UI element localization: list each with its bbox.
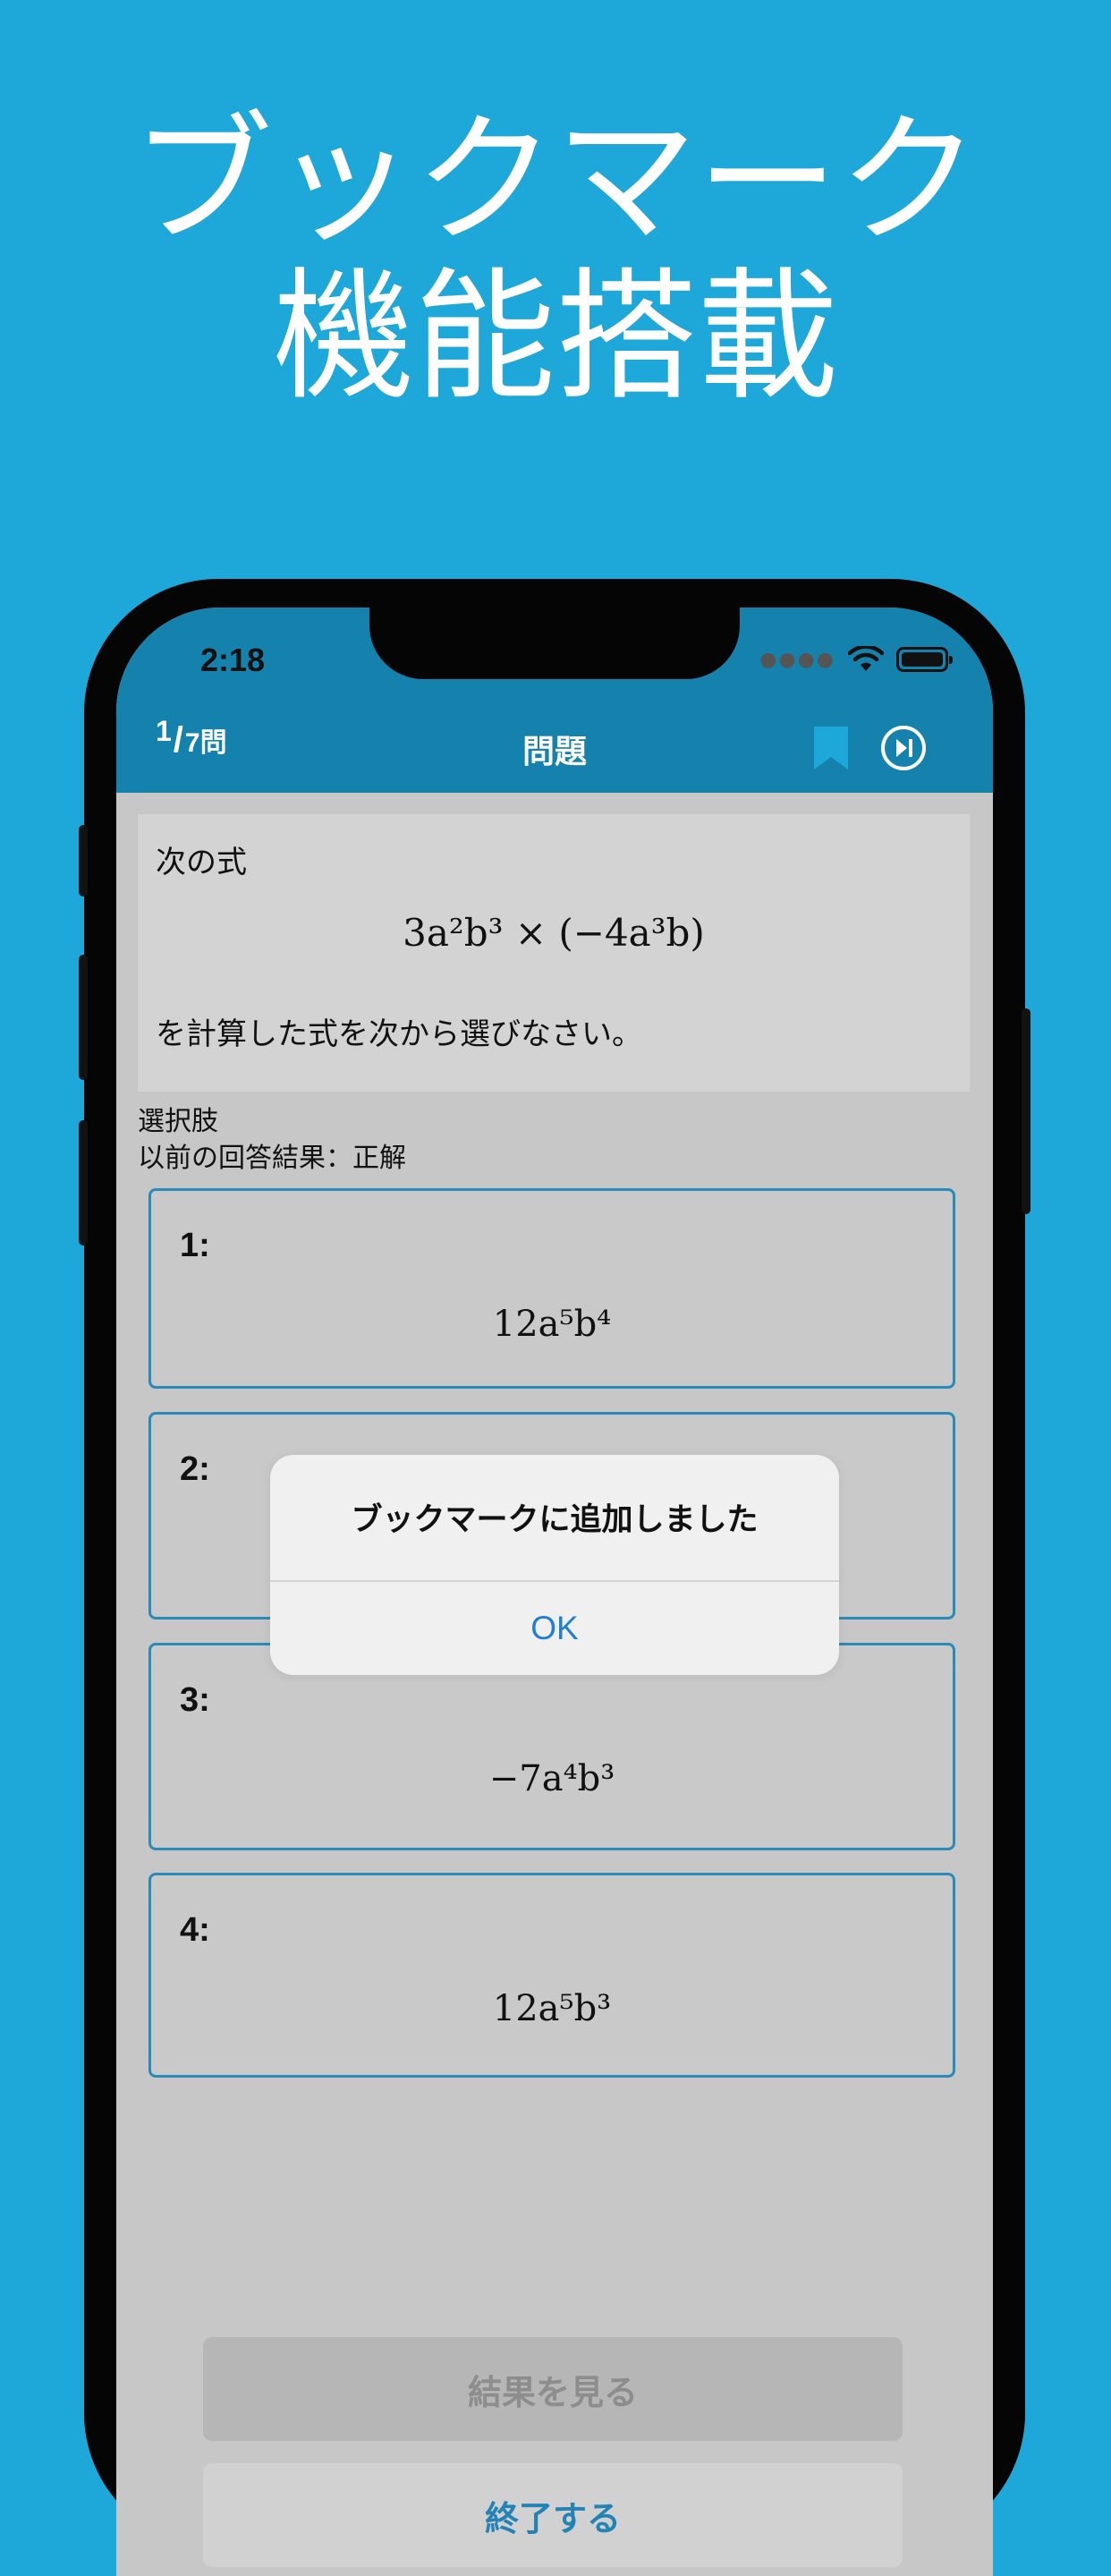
phone-frame: 2:18 ●●●● 1/7問 問題 次の式 3a²b³ × (−4a³b) を計… xyxy=(79,579,1030,2576)
status-time: 2:18 xyxy=(200,642,266,678)
previous-result: 以前の回答結果：正解 xyxy=(138,1143,406,1174)
headline: ブックマーク 機能搭載 xyxy=(0,103,1111,416)
headline-line-1: ブックマーク xyxy=(131,98,980,263)
battery-icon xyxy=(896,647,953,672)
choice-formula: 12a⁵b³ xyxy=(492,1988,612,2029)
phone-side-button xyxy=(79,825,88,897)
bookmark-alert: ブックマークに追加しました OK xyxy=(270,1455,839,1675)
choice-formula: 12a⁵b⁴ xyxy=(492,1304,612,1345)
choices-label: 選択肢 xyxy=(138,1106,218,1137)
phone-volume-up xyxy=(79,955,88,1080)
choice-number: 2: xyxy=(180,1450,210,1488)
question-instruction: を計算した式を次から選びなさい。 xyxy=(156,1016,642,1052)
wifi-icon xyxy=(848,646,884,671)
phone-screen: 2:18 ●●●● 1/7問 問題 次の式 3a²b³ × (−4a³b) を計… xyxy=(116,608,993,2576)
view-results-button[interactable]: 結果を見る xyxy=(203,2337,903,2441)
choice-number: 1: xyxy=(180,1227,210,1264)
signal-icon: ●●●● xyxy=(759,648,835,671)
phone-notch xyxy=(369,608,740,679)
question-card: 次の式 3a²b³ × (−4a³b) を計算した式を次から選びなさい。 xyxy=(138,814,970,1092)
choice-formula: −7a⁴b³ xyxy=(488,1758,615,1799)
choice-1[interactable]: 1: 12a⁵b⁴ xyxy=(148,1188,955,1389)
bookmark-icon[interactable] xyxy=(812,725,850,771)
phone-power-button xyxy=(1022,1008,1030,1214)
page-title: 問題 xyxy=(522,734,587,770)
question-content: 次の式 3a²b³ × (−4a³b) を計算した式を次から選びなさい。 選択肢… xyxy=(116,793,993,2576)
alert-ok-button[interactable]: OK xyxy=(270,1582,839,1675)
choice-number: 4: xyxy=(180,1911,210,1949)
alert-message: ブックマークに追加しました xyxy=(351,1502,759,1538)
question-formula: 3a²b³ × (−4a³b) xyxy=(403,911,705,955)
finish-button[interactable]: 終了する xyxy=(203,2463,903,2567)
choice-4[interactable]: 4: 12a⁵b³ xyxy=(148,1873,955,2078)
choice-number: 3: xyxy=(180,1681,210,1719)
headline-line-2: 機能搭載 xyxy=(273,255,838,420)
phone-volume-down xyxy=(79,1120,88,1245)
status-icons: ●●●● xyxy=(759,642,953,677)
skip-forward-icon[interactable] xyxy=(879,724,928,772)
question-intro: 次の式 xyxy=(156,845,247,880)
